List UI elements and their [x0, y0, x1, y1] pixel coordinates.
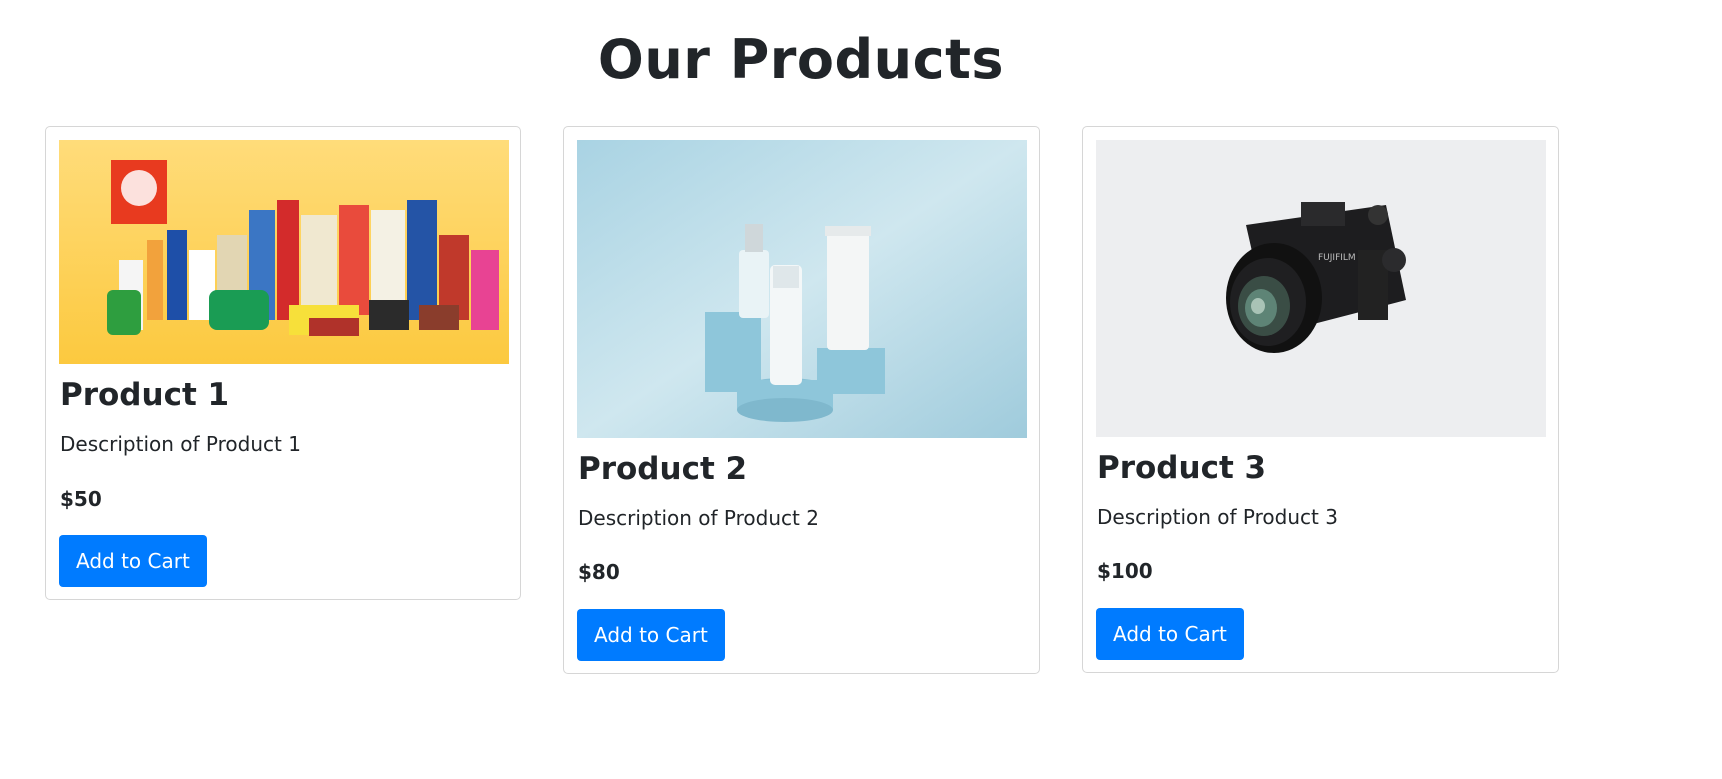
product-title: Product 1: [60, 377, 230, 413]
product-price: $100: [1097, 559, 1153, 583]
add-to-cart-button[interactable]: Add to Cart: [59, 535, 207, 587]
product-title: Product 2: [578, 451, 748, 487]
svg-text:FUJIFILM: FUJIFILM: [1318, 253, 1356, 263]
add-to-cart-button[interactable]: Add to Cart: [1096, 608, 1244, 660]
camera-image: FUJIFILM: [1096, 140, 1546, 437]
product-description: Description of Product 1: [60, 432, 301, 456]
product-card-3: FUJIFILM Product 3 Description of Produc…: [1082, 126, 1559, 673]
product-card-1: Product 1 Description of Product 1 $50 A…: [45, 126, 521, 600]
product-card-2: Product 2 Description of Product 2 $80 A…: [563, 126, 1040, 674]
cosmetic-bottles-image: [577, 140, 1027, 438]
product-price: $50: [60, 487, 102, 511]
consumer-products-image: [59, 140, 509, 364]
product-title: Product 3: [1097, 450, 1267, 486]
add-to-cart-button[interactable]: Add to Cart: [577, 609, 725, 661]
page-title: Our Products: [597, 28, 1005, 91]
product-description: Description of Product 3: [1097, 505, 1338, 529]
product-description: Description of Product 2: [578, 506, 819, 530]
product-price: $80: [578, 560, 620, 584]
